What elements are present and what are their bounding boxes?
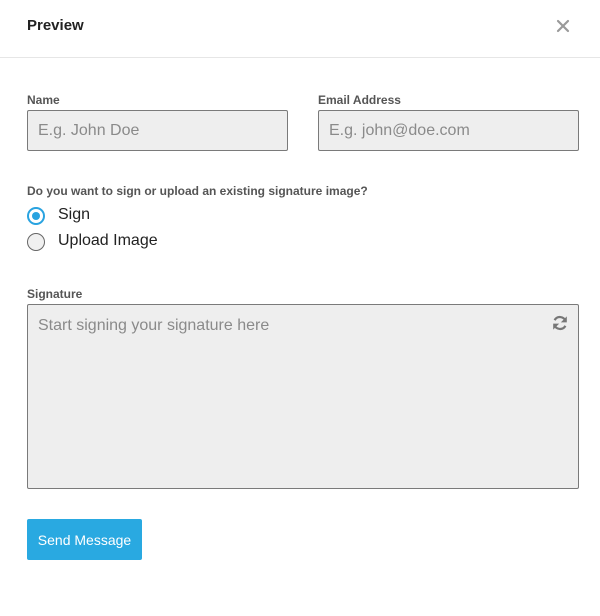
- name-label: Name: [27, 93, 60, 107]
- sign-option[interactable]: Sign: [27, 206, 107, 229]
- send-message-button[interactable]: Send Message: [27, 519, 142, 560]
- email-label: Email Address: [318, 93, 401, 107]
- signature-pad[interactable]: Start signing your signature here: [27, 304, 579, 489]
- signature-choice-question: Do you want to sign or upload an existin…: [27, 184, 368, 198]
- sign-option-label: Sign: [58, 206, 91, 223]
- upload-image-option[interactable]: Upload Image: [27, 232, 167, 255]
- preview-modal: Preview Name Email Address Do you want t…: [0, 0, 600, 616]
- signature-placeholder: Start signing your signature here: [38, 317, 270, 334]
- upload-image-radio[interactable]: [27, 233, 45, 251]
- modal-header: Preview: [0, 0, 600, 58]
- email-input[interactable]: [318, 110, 579, 151]
- name-input[interactable]: [27, 110, 288, 151]
- upload-image-option-label: Upload Image: [58, 232, 158, 249]
- sign-radio[interactable]: [27, 207, 45, 225]
- modal-title: Preview: [27, 17, 84, 34]
- close-icon[interactable]: [551, 14, 575, 38]
- refresh-icon[interactable]: [551, 314, 569, 332]
- signature-label: Signature: [27, 287, 83, 301]
